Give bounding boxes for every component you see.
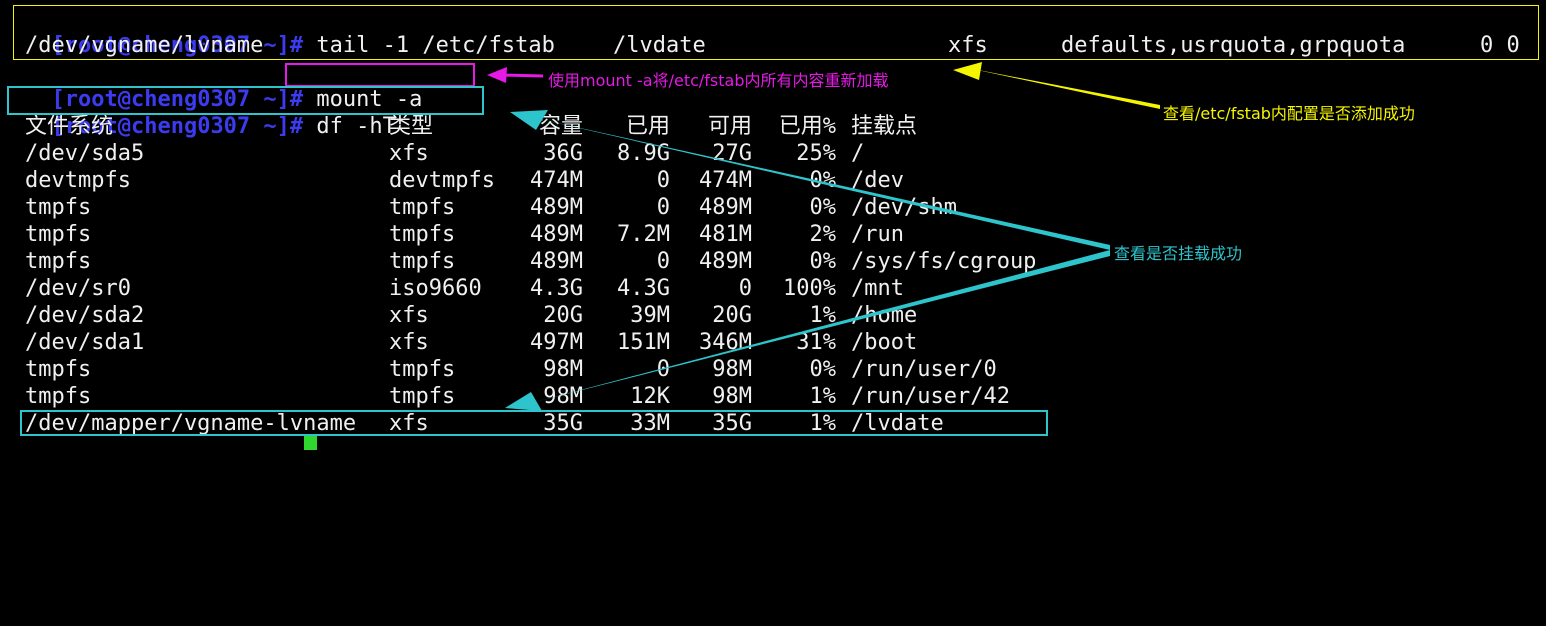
df-annotation-text: 查看是否挂载成功 — [1114, 244, 1243, 263]
magenta-arrow — [487, 67, 544, 83]
cyan-arrow-down — [505, 250, 1110, 411]
yellow-arrow — [953, 62, 1160, 109]
fstab-annotation-text: 查看/etc/fstab内配置是否添加成功 — [1163, 104, 1415, 123]
cyan-arrow-up — [510, 110, 1110, 250]
mount-annotation-text: 使用mount -a将/etc/fstab内所有内容重新加载 — [548, 71, 889, 90]
